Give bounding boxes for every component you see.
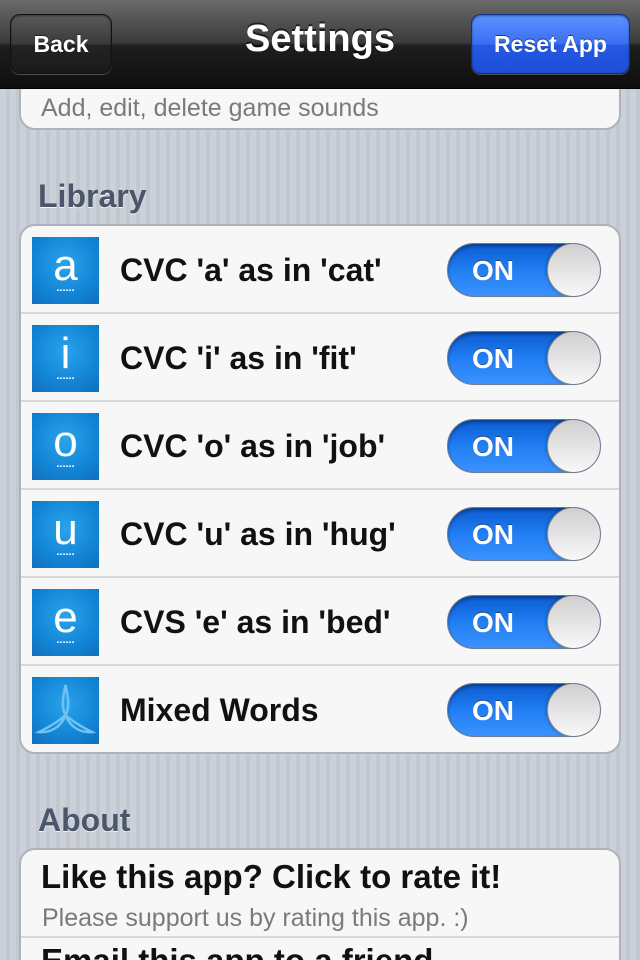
toggle-knob[interactable] — [547, 332, 600, 384]
email-app-title: Email this app to a friend — [41, 942, 433, 960]
library-section-header: Library — [38, 178, 147, 214]
library-row-mixed: Mixed Words ON — [21, 666, 619, 752]
navigation-bar: Back Settings Reset App — [0, 0, 640, 89]
library-row-a: a ...... CVC 'a' as in 'cat' ON — [21, 226, 619, 314]
letter-i-icon: i ...... — [32, 325, 99, 392]
toggle-knob[interactable] — [547, 596, 600, 648]
toggle-state-label: ON — [472, 519, 514, 550]
reset-app-button[interactable]: Reset App — [471, 14, 630, 74]
library-row-o: o ...... CVC 'o' as in 'job' ON — [21, 402, 619, 490]
library-toggle-mixed[interactable]: ON — [447, 683, 601, 737]
toggle-state-label: ON — [472, 343, 514, 374]
library-toggle-e[interactable]: ON — [447, 595, 601, 649]
letter-u-icon: u ...... — [32, 501, 99, 568]
about-section-header: About — [38, 802, 131, 838]
thumb-dots: ...... — [56, 634, 75, 646]
letter-o-icon: o ...... — [32, 413, 99, 480]
library-toggle-o[interactable]: ON — [447, 419, 601, 473]
library-toggle-a[interactable]: ON — [447, 243, 601, 297]
library-row-u: u ...... CVC 'u' as in 'hug' ON — [21, 490, 619, 578]
toggle-state-label: ON — [472, 255, 514, 286]
library-row-label: CVC 'i' as in 'fit' — [120, 340, 357, 376]
thumb-dots: ...... — [56, 458, 75, 470]
library-toggle-u[interactable]: ON — [447, 507, 601, 561]
library-row-i: i ...... CVC 'i' as in 'fit' ON — [21, 314, 619, 402]
toggle-knob[interactable] — [547, 244, 600, 296]
library-row-label: CVS 'e' as in 'bed' — [120, 604, 391, 640]
about-list: Like this app? Click to rate it! Please … — [19, 848, 621, 960]
app-logo-icon — [32, 677, 99, 744]
thumb-dots: ...... — [56, 282, 75, 294]
thumb-dots: ...... — [56, 370, 75, 382]
sounds-subtitle: Add, edit, delete game sounds — [41, 94, 379, 122]
toggle-knob[interactable] — [547, 508, 600, 560]
letter-a-icon: a ...... — [32, 237, 99, 304]
propeller-logo-icon — [34, 684, 97, 734]
rate-app-cell[interactable]: Like this app? Click to rate it! Please … — [21, 850, 619, 938]
toggle-state-label: ON — [472, 607, 514, 638]
library-row-label: CVC 'o' as in 'job' — [120, 428, 386, 464]
email-app-cell[interactable]: Email this app to a friend — [21, 938, 619, 960]
toggle-state-label: ON — [472, 431, 514, 462]
library-row-label: CVC 'a' as in 'cat' — [120, 252, 382, 288]
thumb-dots: ...... — [56, 546, 75, 558]
rate-app-subtitle: Please support us by rating this app. :) — [42, 904, 469, 932]
rate-app-title: Like this app? Click to rate it! — [41, 858, 502, 895]
library-row-e: e ...... CVS 'e' as in 'bed' ON — [21, 578, 619, 666]
library-list: a ...... CVC 'a' as in 'cat' ON i ......… — [19, 224, 621, 754]
toggle-knob[interactable] — [547, 420, 600, 472]
library-row-label: CVC 'u' as in 'hug' — [120, 516, 396, 552]
library-row-label: Mixed Words — [120, 692, 319, 728]
library-toggle-i[interactable]: ON — [447, 331, 601, 385]
toggle-state-label: ON — [472, 695, 514, 726]
toggle-knob[interactable] — [547, 684, 600, 736]
letter-e-icon: e ...... — [32, 589, 99, 656]
